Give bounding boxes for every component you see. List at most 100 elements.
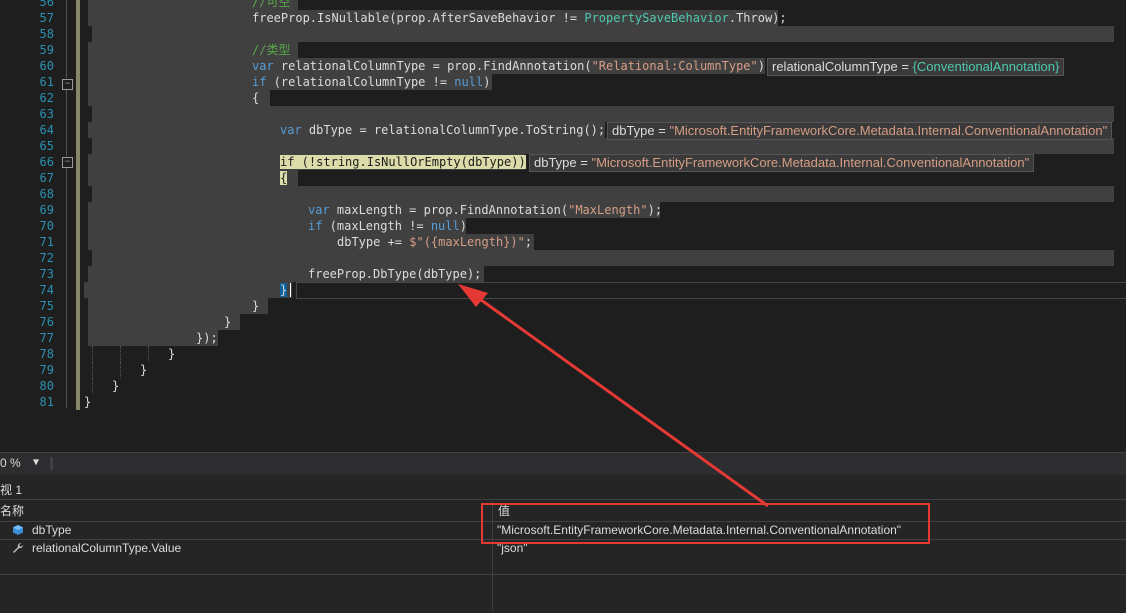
chevron-down-icon[interactable]: ▼ [33, 457, 39, 468]
collapse-icon[interactable]: − [62, 79, 73, 90]
divider [50, 457, 53, 470]
line-number: 62 [39, 91, 54, 105]
line-number: 56 [39, 0, 54, 9]
code-line-74[interactable]: } [280, 282, 288, 298]
code-brace: { [280, 171, 288, 185]
code-line-57[interactable]: freeProp.IsNullable(prop.AfterSaveBehavi… [252, 10, 787, 26]
code-line-70[interactable]: if (maxLength != null) [308, 218, 467, 234]
fold-guide [66, 90, 67, 156]
code-line-69[interactable]: var maxLength = prop.FindAnnotation("Max… [308, 202, 662, 218]
code-keyword: if [308, 219, 323, 233]
line-number: 63 [39, 107, 54, 121]
datatip-value: "Microsoft.EntityFrameworkCore.Metadata.… [669, 123, 1108, 138]
change-bar [76, 26, 80, 42]
line-number: 70 [39, 219, 54, 233]
line-number: 75 [39, 299, 54, 313]
change-bar [76, 378, 80, 394]
code-line-61[interactable]: if (relationalColumnType != null) [252, 74, 490, 90]
code-line-59[interactable]: //类型 [252, 42, 290, 58]
code-line-79[interactable]: } [140, 362, 147, 378]
code-line-64[interactable]: var dbType = relationalColumnType.ToStri… [280, 122, 605, 138]
change-bar [76, 346, 80, 362]
change-bar [76, 394, 80, 410]
current-line-box [296, 282, 1126, 299]
line-number: 72 [39, 251, 54, 265]
code-line-73[interactable]: freeProp.DbType(dbType); [308, 266, 481, 282]
code-line-62[interactable]: { [252, 90, 259, 106]
code-line-75[interactable]: } [252, 298, 259, 314]
code-line-71[interactable]: dbType += $"({maxLength})"; [337, 234, 532, 250]
change-bar [76, 362, 80, 378]
change-bar [76, 218, 80, 234]
fold-guide [66, 168, 67, 408]
code-line-56[interactable]: //可空 [252, 0, 290, 10]
datatip-relationalColumnType[interactable]: relationalColumnType = {ConventionalAnno… [767, 58, 1065, 76]
code-text: (relationalColumnType != [266, 75, 455, 89]
line-number: 67 [39, 171, 54, 185]
code-line-77[interactable]: }); [196, 330, 218, 346]
watch-panel-title: 视 1 [0, 483, 23, 497]
change-bar [76, 314, 80, 330]
code-keyword: null [430, 219, 460, 233]
line-number: 81 [39, 395, 54, 409]
change-bar [76, 138, 80, 154]
datatip-value: "Microsoft.EntityFrameworkCore.Metadata.… [591, 155, 1030, 170]
zoom-level[interactable]: 0 % [0, 456, 21, 470]
line-number: 59 [39, 43, 54, 57]
datatip-dbType[interactable]: dbType = "Microsoft.EntityFrameworkCore.… [529, 154, 1035, 172]
code-text: ) [459, 219, 467, 233]
line-number: 79 [39, 363, 54, 377]
code-string: "Relational:ColumnType" [591, 59, 758, 73]
line-number: 71 [39, 235, 54, 249]
code-line-78[interactable]: } [168, 346, 175, 362]
datatip-name: dbType = [612, 123, 670, 138]
code-line-80[interactable]: } [112, 378, 119, 394]
change-bar [76, 42, 80, 58]
change-bar [76, 202, 80, 218]
code-brace: } [280, 283, 288, 297]
change-bar [76, 58, 80, 74]
code-line-67[interactable]: { [280, 170, 288, 186]
datatip-dbType[interactable]: dbType = "Microsoft.EntityFrameworkCore.… [607, 122, 1113, 140]
line-number: 66 [39, 155, 54, 169]
line-number: 61 [39, 75, 54, 89]
change-bar [76, 90, 80, 106]
change-bar [76, 186, 80, 202]
change-bar [76, 250, 80, 266]
watch-name[interactable]: dbType [32, 522, 71, 539]
change-bar [76, 234, 80, 250]
code-text: ); [647, 203, 663, 217]
change-bar [76, 298, 80, 314]
change-bar [76, 10, 80, 26]
fold-guide [66, 0, 67, 78]
line-number: 68 [39, 187, 54, 201]
line-number: 80 [39, 379, 54, 393]
column-header-name[interactable]: 名称 [0, 501, 24, 521]
datatip-name: dbType = [534, 155, 592, 170]
code-line-76[interactable]: } [224, 314, 231, 330]
code-line-81[interactable]: } [84, 394, 91, 410]
code-text: ; [524, 235, 533, 249]
code-text: dbType = relationalColumnType.ToString()… [301, 123, 606, 137]
change-bar [76, 122, 80, 138]
code-text: freeProp.IsNullable(prop.AfterSaveBehavi… [252, 11, 585, 25]
collapse-icon[interactable]: − [62, 157, 73, 168]
code-line-66[interactable]: if (!string.IsNullOrEmpty(dbType)) [280, 154, 526, 170]
change-bar [76, 74, 80, 90]
code-editor[interactable]: 56 57 58 59 60 61 62 63 64 65 66 67 68 69 70 71 72 73 74 75… [0, 0, 1126, 452]
line-number: 77 [39, 331, 54, 345]
code-keyword: var [252, 59, 274, 73]
change-bar [76, 106, 80, 122]
code-text: maxLength = prop.FindAnnotation( [329, 203, 569, 217]
code-line-60[interactable]: var relationalColumnType = prop.FindAnno… [252, 58, 772, 74]
line-number: 73 [39, 267, 54, 281]
wrench-icon [13, 542, 24, 553]
change-bar [76, 330, 80, 346]
annotation-highlight-box [481, 503, 930, 544]
watch-name[interactable]: relationalColumnType.Value [32, 540, 181, 557]
code-keyword: string [316, 155, 360, 169]
code-text: (maxLength != [322, 219, 431, 233]
line-number: 57 [39, 11, 54, 25]
code-text: .Throw); [728, 11, 787, 25]
watch-panel: 视 1 名称 值 dbType "Microsoft.EntityFramewo… [0, 475, 1126, 613]
